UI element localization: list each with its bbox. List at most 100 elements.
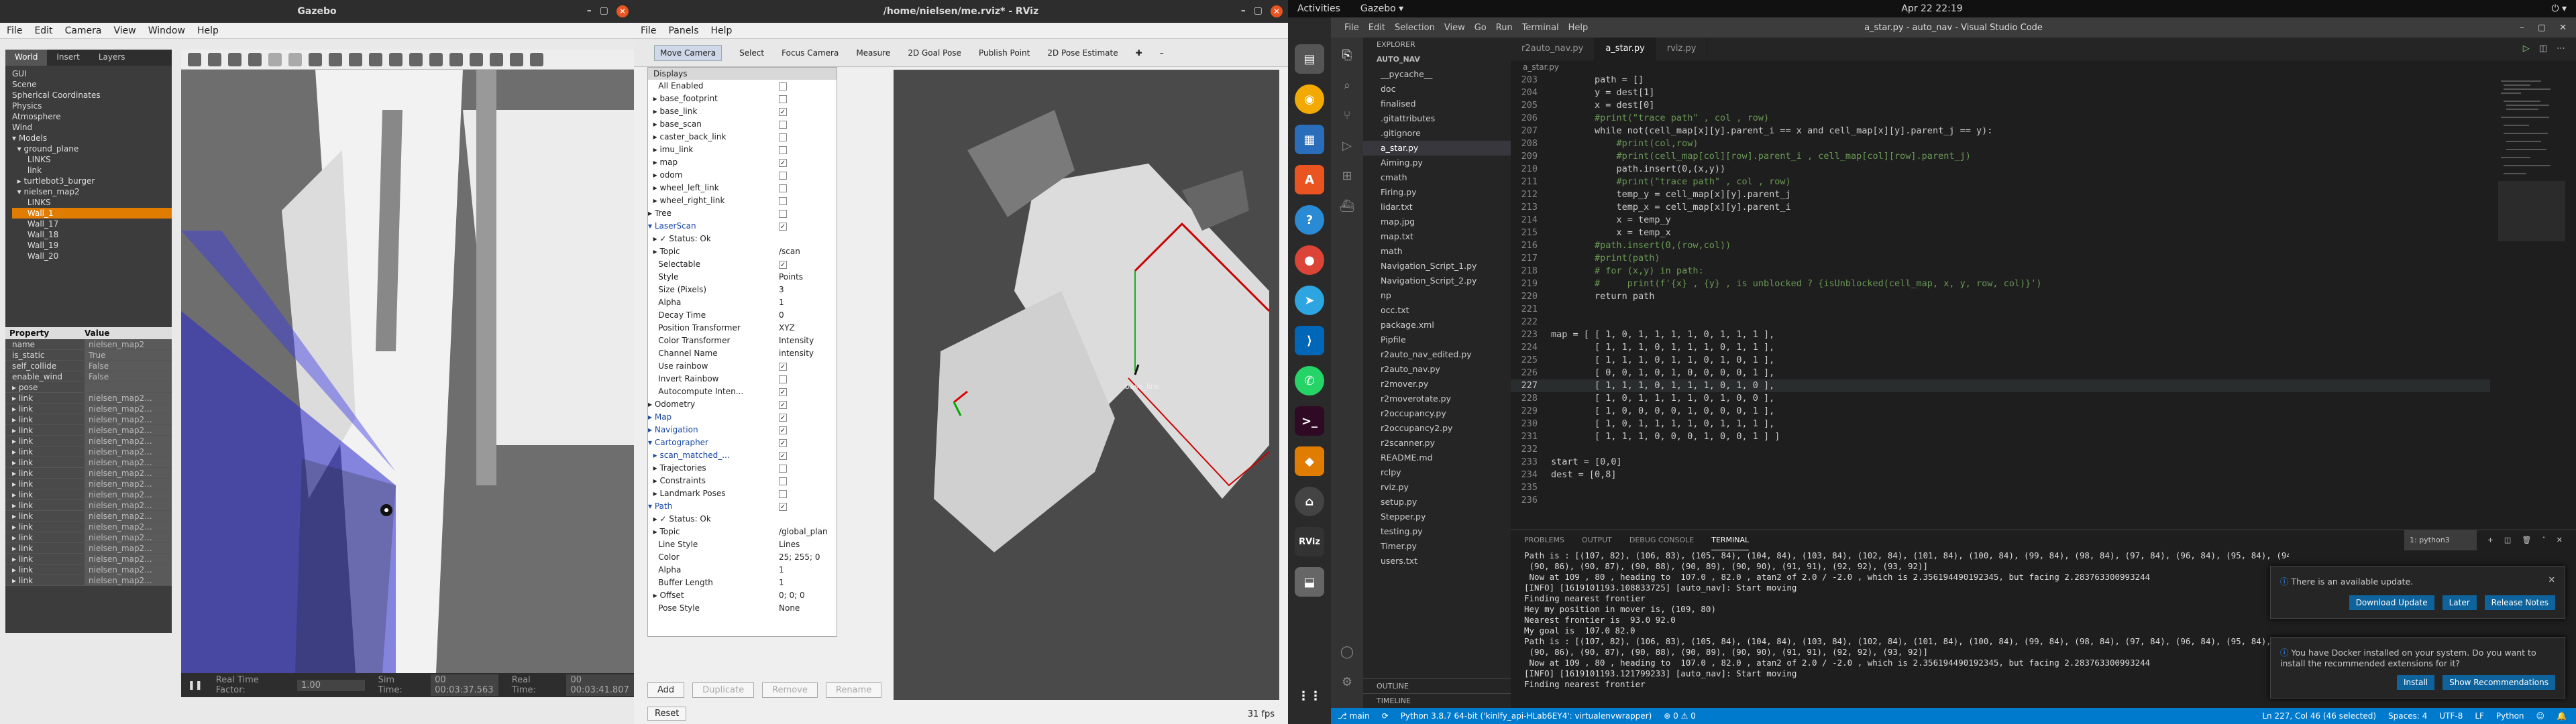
property-row[interactable]: ▸ link nielsen_map2... [5, 393, 172, 404]
code-line[interactable]: 208 #print(col,row) [1511, 137, 2490, 150]
language-mode[interactable]: Python [2496, 711, 2524, 721]
close-icon[interactable]: ✕ [2559, 23, 2567, 33]
split-terminal-icon[interactable]: ◫ [2504, 530, 2511, 550]
clock[interactable]: Apr 22 22:19 [1288, 3, 2576, 14]
code-line[interactable]: 229 [ 1, 0, 0, 0, 0, 1, 0, 0, 0, 1 ], [1511, 405, 2490, 418]
tree-item[interactable]: link [12, 165, 172, 176]
property-row[interactable]: ▸ link nielsen_map2... [5, 479, 172, 489]
checkbox[interactable] [779, 171, 787, 180]
checkbox[interactable] [779, 184, 787, 192]
code-line[interactable]: 212 temp_y = cell_map[x][y].parent_j [1511, 188, 2490, 201]
checkbox[interactable] [779, 95, 787, 103]
close-notification-icon[interactable]: ✕ [2548, 575, 2555, 585]
display-row[interactable]: ▸ base_scan [648, 118, 837, 131]
tab-rviz[interactable]: rviz.py [1656, 38, 1708, 60]
tree-item[interactable]: LINKS [12, 154, 172, 165]
tree-item[interactable]: Wind [12, 122, 172, 133]
code-line[interactable]: 203 path = [] [1511, 74, 2490, 86]
file-item[interactable]: finalised [1363, 97, 1511, 111]
ros-icon[interactable]: ⌂ [1295, 487, 1324, 516]
rename-button[interactable]: Rename [825, 682, 882, 698]
terminal-output[interactable]: Path is : [(107, 82), (106, 83), (105, 8… [1511, 550, 2289, 690]
menu-go[interactable]: Go [1474, 23, 1487, 33]
display-row[interactable]: Style Points [648, 271, 837, 284]
reset-button[interactable]: Reset [647, 707, 687, 721]
display-row[interactable]: Buffer Length 1 [648, 577, 837, 589]
rhythmbox-icon[interactable]: ◉ [1295, 84, 1324, 114]
file-item[interactable]: Navigation_Script_1.py [1363, 259, 1511, 274]
source-control-icon[interactable]: ⑂ [1344, 109, 1351, 123]
code-line[interactable]: 220 return path [1511, 290, 2490, 303]
tool-measure[interactable]: Measure [856, 48, 890, 58]
checkbox[interactable]: ✓ [779, 438, 787, 447]
display-row[interactable]: Use rainbow ✓ [648, 360, 837, 373]
file-item[interactable]: setup.py [1363, 495, 1511, 509]
display-row[interactable]: Line Style Lines [648, 538, 837, 551]
property-row[interactable]: ▸ link nielsen_map2... [5, 425, 172, 436]
tree-item[interactable]: Physics [12, 101, 172, 111]
tool-2d-pose-estimate[interactable]: 2D Pose Estimate [1047, 48, 1118, 58]
menu-help[interactable]: Help [711, 25, 733, 36]
kill-terminal-icon[interactable]: 🗑 [2522, 530, 2531, 550]
search-icon[interactable]: ⌕ [1344, 78, 1350, 93]
sphere-shape-icon[interactable] [329, 52, 342, 66]
property-row[interactable]: ▸ link nielsen_map2... [5, 446, 172, 457]
tree-item[interactable]: Wall_18 [12, 229, 172, 240]
record-icon[interactable] [530, 52, 543, 66]
checkbox[interactable]: ✓ [779, 426, 787, 434]
display-row[interactable]: ▸ ✓ Status: Ok [648, 233, 837, 245]
software-icon[interactable]: A [1295, 165, 1324, 194]
menu-camera[interactable]: Camera [65, 25, 102, 36]
code-line[interactable]: 232 [1511, 443, 2490, 456]
file-item[interactable]: a_star.py [1363, 141, 1511, 156]
display-row[interactable]: ▸ Trajectories [648, 462, 837, 475]
screenshot-icon[interactable] [510, 52, 523, 66]
checkbox[interactable] [779, 133, 787, 141]
file-item[interactable]: doc [1363, 82, 1511, 97]
code-line[interactable]: 231 [ 1, 1, 1, 0, 0, 0, 1, 0, 0, 1 ] ] [1511, 430, 2490, 443]
display-row[interactable]: ▾ Cartographer ✓ [648, 436, 837, 449]
display-row[interactable]: ▸ map ✓ [648, 156, 837, 169]
display-row[interactable]: ▸ wheel_right_link [648, 194, 837, 207]
checkbox[interactable]: ✓ [779, 413, 787, 422]
property-row[interactable]: ▸ link nielsen_map2... [5, 532, 172, 543]
display-row[interactable]: Channel Name intensity [648, 347, 837, 360]
file-item[interactable]: map.txt [1363, 229, 1511, 244]
checkbox[interactable]: ✓ [779, 387, 787, 396]
display-row[interactable]: Color Transformer Intensity [648, 335, 837, 347]
display-row[interactable]: Pose Style None [648, 602, 837, 615]
code-line[interactable]: 235 [1511, 481, 2490, 494]
cylinder-shape-icon[interactable] [349, 52, 362, 66]
settings-gear-icon[interactable]: ⚙ [1342, 675, 1352, 689]
menu-file[interactable]: File [641, 25, 656, 36]
panel-tab-problems[interactable]: PROBLEMS [1524, 530, 1564, 550]
translate-mode-icon[interactable] [208, 52, 221, 66]
tab-world[interactable]: World [5, 50, 48, 66]
code-line[interactable]: 219 # print(f'{x} , {y} , is unblocked ?… [1511, 278, 2490, 290]
file-item[interactable]: np [1363, 288, 1511, 303]
code-line[interactable]: 215 x = temp_x [1511, 227, 2490, 239]
project-folder[interactable]: AUTO_NAV [1363, 52, 1511, 67]
panel-tab-terminal[interactable]: TERMINAL [1711, 530, 1750, 550]
code-line[interactable]: 204 y = dest[1] [1511, 86, 2490, 99]
release-notes-button[interactable]: Release Notes [2484, 595, 2555, 610]
file-item[interactable]: r2auto_nav.py [1363, 362, 1511, 377]
maximize-icon[interactable]: ▢ [1254, 5, 1263, 17]
tree-item[interactable]: Wall_19 [12, 240, 172, 251]
tree-item[interactable]: Spherical Coordinates [12, 90, 172, 101]
checkbox[interactable]: ✓ [779, 362, 787, 371]
outline-section[interactable]: OUTLINE [1363, 678, 1511, 693]
menu-help[interactable]: Help [1568, 23, 1589, 33]
display-row[interactable]: Size (Pixels) 3 [648, 284, 837, 296]
tree-item[interactable]: ▾ ground_plane [12, 143, 172, 154]
display-row[interactable]: ▸ Topic/scan [648, 245, 837, 258]
git-branch[interactable]: ⎇ main [1338, 711, 1370, 721]
tab-insert[interactable]: Insert [47, 50, 89, 66]
pause-icon[interactable]: ❚❚ [188, 680, 203, 690]
display-row[interactable]: ▸ Odometry ✓ [648, 398, 837, 411]
tool-select[interactable]: Select [739, 48, 764, 58]
display-row[interactable]: Autocompute Inten... ✓ [648, 385, 837, 398]
file-item[interactable]: r2moverotate.py [1363, 391, 1511, 406]
display-row[interactable]: ▸ base_link ✓ [648, 105, 837, 118]
sync-icon[interactable]: ⟳ [1382, 711, 1389, 721]
